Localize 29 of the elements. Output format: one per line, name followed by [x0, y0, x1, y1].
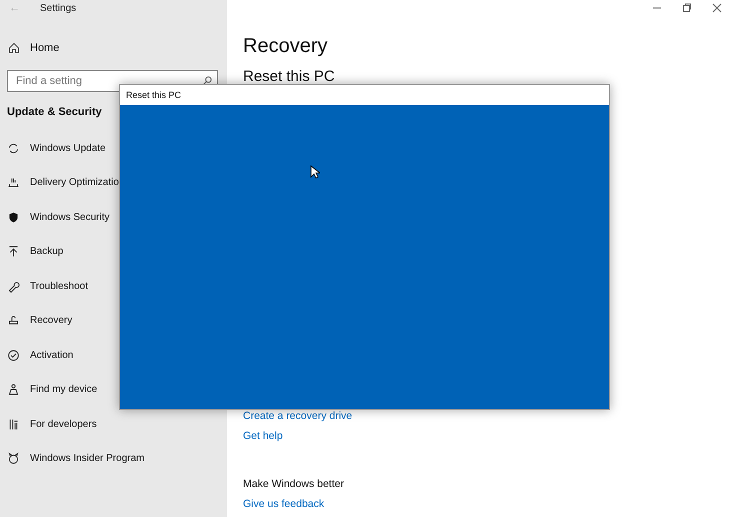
link[interactable]: Create a recovery drive: [243, 409, 352, 429]
sidebar-item[interactable]: Troubleshoot: [30, 280, 88, 292]
cursor-icon: [310, 165, 320, 179]
sidebar-item[interactable]: Windows Update: [30, 142, 106, 154]
close-icon[interactable]: [712, 3, 722, 13]
restore-icon[interactable]: [682, 3, 692, 13]
sidebar-item[interactable]: Windows Security: [30, 212, 110, 222]
sidebar-item[interactable]: Windows Insider Program: [30, 453, 144, 464]
sidebar-item[interactable]: For developers: [30, 418, 97, 430]
sidebar-item[interactable]: Delivery Optimizatio: [30, 177, 119, 188]
home-icon: [8, 42, 20, 54]
section-heading: Update & Security: [7, 106, 103, 118]
backup-icon: [7, 245, 20, 258]
security-icon: [7, 210, 20, 224]
sidebar-item[interactable]: Backup: [30, 246, 64, 257]
link[interactable]: Give us feedback: [243, 497, 324, 517]
sidebar-item[interactable]: Recovery: [30, 315, 72, 326]
sidebar-item[interactable]: Activation: [30, 350, 74, 360]
link[interactable]: Get help: [243, 429, 283, 449]
sidebar-item[interactable]: Find my device: [30, 384, 98, 395]
activation-icon: [7, 348, 20, 362]
dialog-title: Reset this PC: [120, 85, 609, 105]
page-title: Recovery: [243, 35, 328, 58]
window-title: Settings: [40, 2, 76, 14]
update-icon: [7, 142, 20, 154]
home-link[interactable]: Home: [30, 42, 60, 54]
section-heading: Reset this PC: [243, 68, 336, 85]
search-icon: [203, 76, 212, 85]
section-label: Make Windows better: [243, 477, 344, 492]
